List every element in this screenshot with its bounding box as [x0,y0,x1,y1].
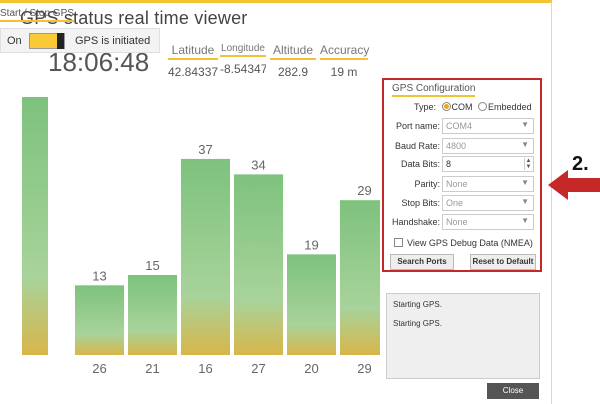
longitude-label: Longitude [220,43,266,57]
bar-value-label: 15 [145,258,159,273]
parity-row: Parity: None ▼ [388,176,536,192]
chevron-down-icon: ▼ [521,216,529,225]
baud-rate-select[interactable]: 4800 ▼ [442,138,534,154]
baud-rate-label: Baud Rate: [394,141,440,151]
altitude-value: 282.9 [277,65,309,79]
handshake-label: Handshake: [391,217,440,227]
bar-value-label: 13 [92,268,106,283]
altitude-stat: Altitude 282.9 [270,43,316,79]
parity-label: Parity: [414,179,440,189]
accuracy-stat: Accuracy 19 m [320,43,369,79]
bar-satellite-label: 29 [357,361,371,376]
altitude-label: Altitude [270,43,316,60]
chevron-down-icon: ▼ [521,178,529,187]
type-label: Type: [414,102,437,112]
port-name-label: Port name: [395,121,440,131]
bar-satellite-label: 21 [145,361,159,376]
on-label: On [7,35,22,47]
bar-value-label: 29 [357,183,371,198]
debug-checkbox-label[interactable]: View GPS Debug Data (NMEA) [407,238,533,248]
parity-select[interactable]: None ▼ [442,176,534,192]
stop-bits-select[interactable]: One ▼ [442,195,534,211]
radio-com[interactable] [441,102,451,111]
log-line: Starting GPS. [393,300,442,309]
bar-value-label: 19 [304,237,318,252]
search-ports-button[interactable]: Search Ports [390,254,454,270]
close-button[interactable]: Close [487,383,539,399]
chart-bar [22,97,48,355]
chart-bar [340,200,380,355]
handshake-select[interactable]: None ▼ [442,214,534,230]
type-radio-row: Type: COM Embedded [388,102,536,112]
stop-bits-label: Stop Bits: [401,198,440,208]
chevron-down-icon: ▼ [521,140,529,149]
port-name-value: COM4 [446,121,473,131]
baud-rate-row: Baud Rate: 4800 ▼ [388,138,536,154]
gps-status-text: GPS is initiated [75,35,151,47]
data-bits-label: Data Bits: [400,159,440,169]
chevron-down-icon: ▼ [521,197,529,206]
bar-satellite-label: 16 [198,361,212,376]
bar-satellite-label: 27 [251,361,265,376]
radio-embedded-label[interactable]: Embedded [488,102,532,112]
chart-bar [128,275,177,355]
red-arrow-icon [548,170,600,200]
bar-satellite-label: 26 [92,361,106,376]
port-name-select[interactable]: COM4 ▼ [442,118,534,134]
start-stop-title: Start / Stop GPS [0,8,74,22]
latitude-value: 42.843372 [168,65,218,79]
toggle-knob [57,33,64,49]
data-bits-value: 8 [446,159,452,169]
satellite-signal-chart: 13 26 15 21 37 16 34 27 19 20 29 29 [22,97,380,376]
latitude-stat: Latitude 42.843372 [168,43,218,79]
longitude-value: -8.543478 [220,62,266,76]
reset-to-default-button[interactable]: Reset to Default [470,254,536,270]
gps-toggle[interactable] [29,33,65,49]
debug-checkbox-row[interactable]: View GPS Debug Data (NMEA) [394,238,533,248]
gps-configuration-title: GPS Configuration [392,83,476,97]
accuracy-value: 19 m [330,65,358,79]
bar-value-label: 34 [251,157,265,172]
start-stop-section: Start / Stop GPS On GPS is initiated [0,3,160,53]
chart-bar [234,174,283,355]
data-bits-stepper[interactable]: 8 ▲ ▼ [442,156,534,172]
chart-bar [181,158,230,355]
baud-rate-value: 4800 [446,141,467,151]
gps-configuration-panel: GPS Configuration Type: COM Embedded Por… [382,78,542,272]
spin-arrows-icon[interactable]: ▲ ▼ [524,158,532,170]
latitude-label: Latitude [168,43,218,60]
log-line: Starting GPS. [393,319,442,328]
chevron-down-icon: ▼ [521,120,529,129]
debug-checkbox[interactable] [394,238,403,247]
handshake-value: None [446,217,468,227]
accuracy-label: Accuracy [320,43,369,60]
longitude-stat: Longitude -8.543478 [220,43,266,76]
gps-viewer-window: GPS status real time viewer 18:06:48 Lat… [0,0,552,404]
bar-satellite-label: 20 [304,361,318,376]
chart-bar [287,254,336,355]
log-panel: Starting GPS. Starting GPS. [386,293,540,379]
parity-value: None [446,179,468,189]
radio-embedded[interactable] [478,102,488,111]
stop-bits-row: Stop Bits: One ▼ [388,195,536,211]
bar-value-label: 37 [198,142,212,157]
chart-bar [75,285,124,355]
stop-bits-value: One [446,198,464,208]
radio-com-label[interactable]: COM [452,102,473,112]
handshake-row: Handshake: None ▼ [388,214,536,230]
start-stop-box: On GPS is initiated [0,28,160,53]
port-name-row: Port name: COM4 ▼ [388,118,536,134]
data-bits-row: Data Bits: 8 ▲ ▼ [388,156,536,172]
